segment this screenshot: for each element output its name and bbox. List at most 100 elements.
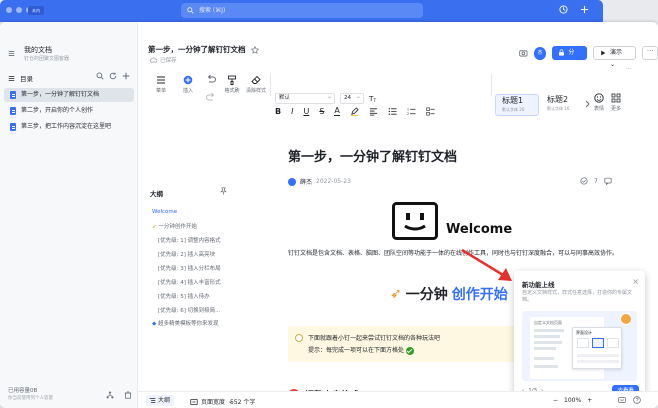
sidebar-doc-item[interactable]: 第一步，一分钟了解钉钉文档 xyxy=(4,88,134,102)
document-heading[interactable]: 第一步，一分钟了解钉钉文档 xyxy=(288,146,457,165)
zoom-control[interactable]: − 100% + xyxy=(553,397,592,404)
font-family-select[interactable]: 默认 xyxy=(275,92,335,104)
author-avatar xyxy=(288,177,296,186)
space-title[interactable]: 我的文档 xyxy=(24,45,52,55)
redo-icon[interactable] xyxy=(205,92,217,102)
text-color-icon[interactable]: A xyxy=(334,107,340,116)
doc-title[interactable]: 第一步，一分钟了解钉钉文档 xyxy=(148,44,246,55)
heading2-style-card[interactable]: 标题2 默认字体 16 xyxy=(541,94,585,116)
camera-icon[interactable] xyxy=(519,49,528,57)
add-icon[interactable] xyxy=(580,5,589,14)
view-count: 7 xyxy=(594,177,598,185)
pin-icon[interactable] xyxy=(220,187,227,195)
outline-item[interactable]: [优先级: 1] 调整内容格式 xyxy=(158,236,221,244)
italic-icon[interactable]: I xyxy=(291,107,293,116)
menu-button[interactable]: 菜单 xyxy=(150,75,172,94)
font-size-select[interactable]: 24 xyxy=(340,92,364,104)
align-left-icon[interactable] xyxy=(369,107,378,116)
check-circle-icon[interactable] xyxy=(580,177,588,185)
list-icon xyxy=(8,75,15,81)
doc-icon xyxy=(10,91,16,99)
outline-item[interactable]: [优先级: 2] 插入高亮块 xyxy=(158,250,215,258)
heading2-style-font: 默认字体 16 xyxy=(547,106,570,111)
share-button[interactable]: 分享 xyxy=(552,46,588,70)
sidebar: 我的文档 钉仓的团聚文图客器 目录 第一步，一分钟了解钉钉文档 第二步，开启你的… xyxy=(0,22,138,408)
help-icon[interactable] xyxy=(633,396,641,404)
background-window-titlebar: 未内 搜索 (⌘J) xyxy=(0,0,603,22)
history-icon[interactable] xyxy=(559,5,568,14)
callout-line1: 下面就跟着小钉一起来尝试钉钉文档的各种玩法吧 xyxy=(308,335,441,342)
outline-item[interactable]: Welcome xyxy=(152,209,177,215)
style-expand-icon[interactable] xyxy=(585,100,590,108)
smile-icon xyxy=(594,93,604,103)
storage-note: 你当前使用到个人容量 xyxy=(8,396,53,401)
refresh-icon[interactable] xyxy=(109,72,117,80)
bold-icon[interactable]: B xyxy=(275,107,281,116)
popup-description: 自定义文档样式，样式任意选择，打造你的专属文档。 xyxy=(522,290,633,303)
highlight-icon[interactable] xyxy=(350,107,359,116)
status-bar: 大纲 页面宽度 ⌄ 552 个字 − 100% + xyxy=(138,391,658,408)
clear-format-button[interactable]: 清除样式 xyxy=(245,75,267,94)
brush-icon xyxy=(228,75,236,85)
share-tree-icon[interactable] xyxy=(106,391,114,399)
star-icon[interactable] xyxy=(250,45,259,54)
outline-item[interactable]: ➶ 一分钟创作开始 xyxy=(152,222,197,230)
zoom-level: 100% xyxy=(564,397,582,404)
outline-item[interactable]: [优先级: 3] 插入分栏布局 xyxy=(158,264,221,272)
header-overflow[interactable]: ··· xyxy=(626,66,632,73)
insert-plus-icon xyxy=(183,75,193,85)
format-painter-button[interactable]: 格式刷 xyxy=(222,75,242,94)
checklist-icon[interactable] xyxy=(426,107,435,116)
numbered-list-icon[interactable]: 12 xyxy=(407,107,416,116)
undo-icon[interactable] xyxy=(205,74,217,84)
cloud-icon xyxy=(150,57,157,63)
outline-item[interactable]: [优先级: 5] 插入待办 xyxy=(158,292,210,300)
global-search-input[interactable]: 搜索 (⌘J) xyxy=(181,3,423,18)
close-icon[interactable]: × xyxy=(632,277,639,286)
avatar[interactable]: 杰 xyxy=(533,46,547,60)
outline-item[interactable]: [优先级: 6] 切换到极简... xyxy=(158,306,220,314)
share-label: 分享 xyxy=(568,49,575,70)
zoom-in-icon[interactable]: + xyxy=(587,397,592,404)
comment-icon[interactable] xyxy=(604,177,612,185)
zoom-out-icon[interactable]: − xyxy=(553,397,558,404)
sidebar-doc-label: 第三步，把工作内容沉淀在这里吧 xyxy=(21,123,112,130)
page-width-toggle[interactable]: 页面宽度 ⌄ xyxy=(190,397,233,406)
toc-search-icon[interactable] xyxy=(96,72,104,80)
keyboard-icon[interactable] xyxy=(618,396,626,404)
emoji-button[interactable]: 表情 xyxy=(591,93,607,112)
outline-toggle-button[interactable]: 大纲 xyxy=(146,395,175,406)
author-name[interactable]: 薛杰 xyxy=(300,177,312,186)
present-button[interactable]: 演示 ⌄ xyxy=(593,46,637,68)
doc-icon xyxy=(10,123,16,131)
outline-item[interactable]: ◆ 超多精美模板等你来发现 xyxy=(152,319,219,327)
space-subtitle: 钉仓的团聚文图客器 xyxy=(24,56,70,62)
add-doc-icon[interactable] xyxy=(122,72,130,80)
more-tools-button[interactable]: 更多 xyxy=(608,93,624,112)
underline-icon[interactable]: U xyxy=(303,107,309,116)
trash-icon[interactable] xyxy=(124,391,132,399)
heading1-style-card[interactable]: 标题1 默认字体 20 xyxy=(495,94,539,116)
heading2-style-name: 标题2 xyxy=(547,95,569,104)
insert-button[interactable]: 插入 xyxy=(180,75,196,94)
play-icon xyxy=(601,50,606,56)
more-button[interactable]: ··· xyxy=(642,46,658,60)
search-placeholder: 搜索 (⌘J) xyxy=(199,7,226,14)
font-size-toggle-icon[interactable]: TT xyxy=(369,94,378,103)
search-icon xyxy=(187,7,194,14)
diamond-icon: ◆ xyxy=(152,321,157,327)
strikethrough-icon[interactable]: S xyxy=(319,107,324,116)
lock-icon xyxy=(559,49,565,56)
sidebar-doc-item[interactable]: 第三步，把工作内容沉淀在这里吧 xyxy=(4,120,134,134)
heading1-style-font: 默认字体 20 xyxy=(502,107,525,112)
docs-window: 我的文档 钉仓的团聚文图客器 目录 第一步，一分钟了解钉钉文档 第二步，开启你的… xyxy=(0,22,658,408)
sidebar-menu-icon[interactable] xyxy=(8,50,15,57)
bullet-list-icon[interactable] xyxy=(388,107,397,116)
intro-paragraph[interactable]: 钉钉文档是包含文档、表格、脑图、团队空间等功能于一体的在线创作工具，同时也与钉钉… xyxy=(288,248,618,260)
sidebar-doc-item[interactable]: 第二步，开启你的个人创作 xyxy=(4,104,134,118)
outline-item[interactable]: [优先级: 4] 插入丰富形式 xyxy=(158,278,221,286)
menu-grid-icon xyxy=(157,76,165,84)
present-label: 演示 xyxy=(610,49,623,56)
author-date: 2022-05-23 xyxy=(316,178,351,185)
word-count: 552 个字 xyxy=(230,399,256,406)
